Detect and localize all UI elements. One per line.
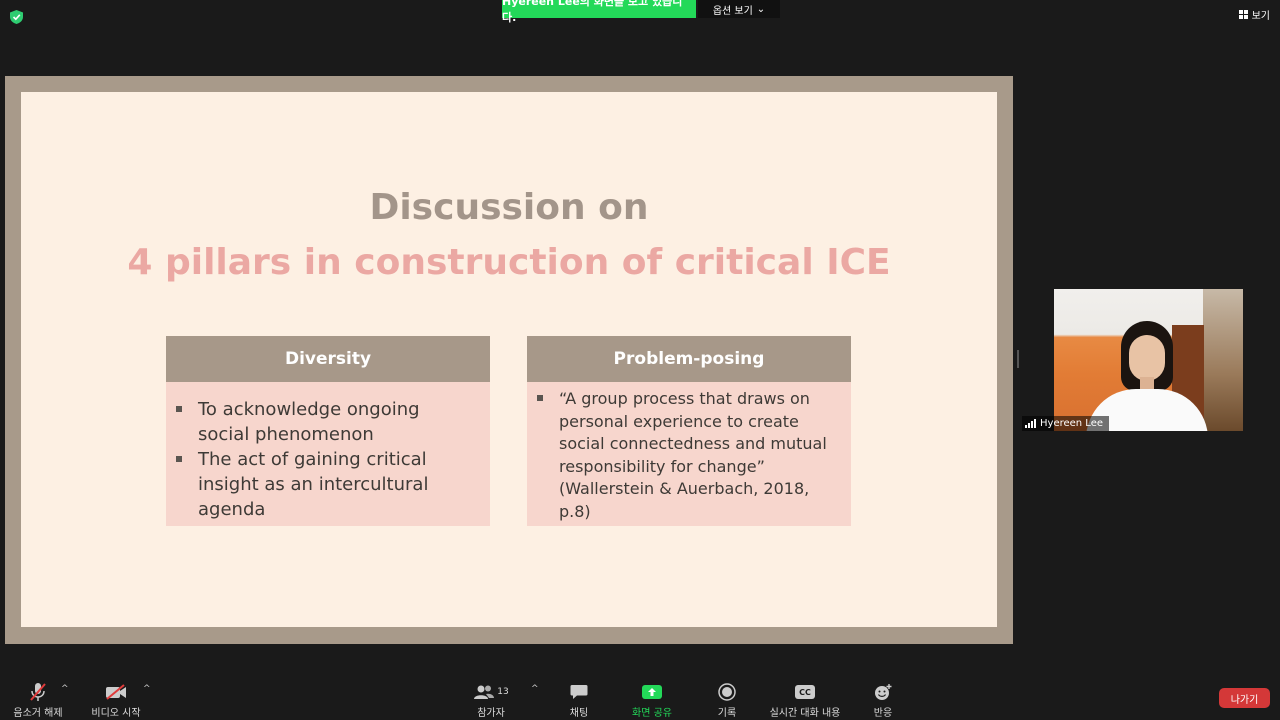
share-banner-text: Hyereen Lee의 화면을 보고 있습니다.: [502, 0, 683, 24]
card-bullets: “A group process that draws on personal …: [527, 382, 851, 523]
shared-screen: Discussion on 4 pillars in construction …: [5, 76, 1013, 644]
panel-resize-handle[interactable]: [1017, 350, 1019, 368]
start-video-button[interactable]: 비디오 시작: [86, 682, 146, 719]
view-label: 보기: [1251, 10, 1270, 22]
view-options-button[interactable]: 옵션 보기 ⌄: [698, 0, 780, 18]
card-bullets: To acknowledge ongoing social phenomenon…: [166, 382, 490, 522]
bullet-item: To acknowledge ongoing social phenomenon: [176, 397, 476, 447]
record-label: 기록: [717, 708, 737, 719]
card-problem-posing: Problem-posing “A group process that dra…: [527, 336, 851, 526]
participant-name-tag: Hyereen Lee: [1022, 416, 1110, 431]
card-diversity: Diversity To acknowledge ongoing social …: [166, 336, 490, 526]
bullet-item: “A group process that draws on personal …: [537, 388, 837, 523]
reaction-icon: [875, 684, 892, 700]
video-off-icon: [106, 684, 126, 700]
unmute-label: 음소거 해제: [13, 708, 63, 719]
card-heading: Problem-posing: [527, 336, 851, 382]
participants-button[interactable]: 13 참가자: [470, 682, 512, 719]
record-button[interactable]: 기록: [710, 682, 744, 719]
chevron-up-icon[interactable]: ^: [531, 684, 539, 694]
view-button[interactable]: 보기: [1238, 6, 1270, 22]
screen-share-banner: Hyereen Lee의 화면을 보고 있습니다.: [502, 0, 696, 24]
view-options-label: 옵션 보기: [712, 5, 753, 17]
share-screen-icon: [642, 685, 662, 699]
slide-title-line2: 4 pillars in construction of critical IC…: [127, 242, 891, 283]
leave-label: 나가기: [1230, 694, 1259, 706]
live-transcript-button[interactable]: CC 실시간 대화 내용: [764, 682, 846, 719]
record-icon: [718, 683, 736, 701]
unmute-button[interactable]: 음소거 해제: [8, 682, 68, 719]
chevron-up-icon[interactable]: ^: [61, 684, 69, 694]
signal-bars-icon: [1025, 419, 1036, 428]
chat-button[interactable]: 채팅: [562, 682, 596, 719]
microphone-muted-icon: [30, 683, 46, 701]
card-heading: Diversity: [166, 336, 490, 382]
presentation-slide: Discussion on 4 pillars in construction …: [21, 92, 997, 627]
live-transcript-label: 실시간 대화 내용: [769, 708, 841, 719]
chevron-up-icon[interactable]: ^: [143, 684, 151, 694]
share-screen-button[interactable]: 화면 공유: [626, 682, 678, 719]
participants-label: 참가자: [477, 708, 505, 719]
chat-label: 채팅: [569, 708, 589, 719]
share-screen-label: 화면 공유: [632, 708, 672, 719]
leave-button[interactable]: 나가기: [1219, 688, 1270, 708]
bullet-item: The act of gaining critical insight as a…: [176, 447, 476, 522]
chat-icon: [570, 685, 588, 699]
slide-title-line1: Discussion on: [369, 187, 649, 228]
start-video-label: 비디오 시작: [91, 708, 141, 719]
participant-video[interactable]: [1054, 289, 1243, 431]
reactions-label: 반응: [873, 708, 893, 719]
grid-icon: [1238, 9, 1248, 19]
participants-icon: [474, 685, 495, 699]
reactions-button[interactable]: 반응: [866, 682, 900, 719]
chevron-down-icon: ⌄: [756, 3, 766, 15]
participants-count: 13: [497, 687, 509, 697]
closed-caption-icon: CC: [795, 685, 815, 699]
participant-name: Hyereen Lee: [1040, 418, 1104, 429]
meeting-toolbar: 음소거 해제 ^ 비디오 시작 ^ 13 참가자 ^ 채팅 화면 공유 기록 C…: [0, 672, 1280, 720]
shield-icon[interactable]: [10, 10, 23, 24]
